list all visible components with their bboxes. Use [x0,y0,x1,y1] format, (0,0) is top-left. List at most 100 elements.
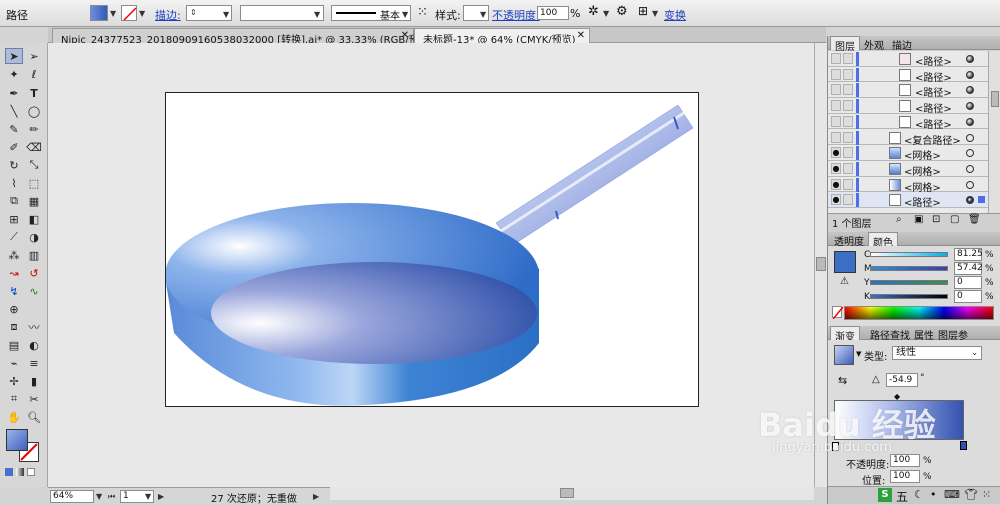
pencil-tool-icon[interactable]: ✏ [25,121,43,137]
chevron-down-icon[interactable]: ▼ [652,9,658,18]
frying-pan-artwork[interactable] [165,93,700,408]
variable-width-select[interactable]: ▼ [240,5,324,21]
line-tool-icon[interactable]: ╲ [5,103,23,119]
moon-icon[interactable]: ☾ [914,488,924,501]
next-page-icon[interactable]: ▶ [158,492,164,501]
crop-tool-icon[interactable]: ⌗ [5,391,23,407]
new-sublayer-icon[interactable]: ⊡ [932,214,940,225]
selection-tool-icon[interactable]: ➤ [5,48,23,64]
fill-swatch[interactable] [90,5,108,21]
opacity-input[interactable]: 100 [890,454,920,467]
paintbrush-tool-icon[interactable]: ✎ [5,121,23,137]
settings-icon[interactable]: ⚙ [616,4,628,19]
chevron-down-icon[interactable]: ▼ [110,9,116,18]
layer-row[interactable]: <路径> [828,113,988,131]
dot-icon[interactable]: • [930,488,937,501]
tab-gradient[interactable]: 渐变 [830,326,860,343]
artboard[interactable] [165,92,699,407]
document-tab-active[interactable]: 未标题-13* @ 64% (CMYK/预览) ✕ [414,28,590,46]
lock-toggle[interactable] [843,53,853,64]
scroll-thumb[interactable] [560,488,574,498]
chevron-down-icon[interactable]: ▼ [223,10,229,19]
target-icon[interactable] [966,70,974,79]
layer-row[interactable]: <路径> [828,82,988,99]
reshape-tool-icon[interactable]: ↺ [25,265,43,281]
lock-toggle[interactable] [843,178,853,190]
black-value[interactable]: 0 [954,290,982,303]
tab-appearance[interactable]: 外观 [860,36,888,52]
lock-toggle[interactable] [843,194,853,206]
blend-tool-icon[interactable]: ◑ [25,229,43,245]
eraser-tool-icon[interactable]: ⌫ [25,139,43,155]
gradient-stop-icon[interactable] [960,441,967,450]
zoom-select[interactable]: 64% [50,490,94,503]
opacity-input[interactable]: 100 [537,6,569,20]
knife-tool-icon[interactable]: ✂ [25,391,43,407]
list-tool-icon[interactable]: ≡ [25,355,43,371]
layer-row[interactable]: <复合路径> [828,129,988,147]
scroll-thumb[interactable] [991,91,999,107]
target-icon[interactable] [966,86,974,95]
chevron-down-icon[interactable]: ▼ [480,10,486,19]
visibility-toggle[interactable]: ● [831,194,841,206]
path-tool-icon[interactable]: ↯ [5,283,23,299]
gradient-mode-icon[interactable] [16,468,24,476]
live-paint-tool-icon[interactable]: ⌁ [5,355,23,371]
visibility-toggle[interactable]: ● [831,178,841,190]
status-menu-icon[interactable]: ▶ [313,492,319,501]
column-graph-tool-icon[interactable]: ▥ [25,247,43,263]
scale-tool-icon[interactable]: ⤡ [25,157,43,173]
perspective-grid-tool-icon[interactable]: ▦ [25,193,43,209]
layer-row[interactable]: ● <网格> [828,160,988,178]
width-tool-icon[interactable]: ↝ [5,265,23,281]
lock-toggle[interactable] [843,84,853,96]
reverse-gradient-icon[interactable]: ⇆ [838,374,847,387]
wave-tool-icon[interactable]: 〰 [25,319,43,335]
close-icon[interactable]: ✕ [401,30,409,41]
lock-toggle[interactable] [843,147,853,159]
crosshair-tool-icon[interactable]: ⊕ [5,301,23,317]
lock-toggle[interactable] [843,162,853,174]
close-icon[interactable]: ✕ [577,30,585,41]
color-mode-icon[interactable] [5,468,13,476]
visibility-toggle[interactable]: ● [831,147,841,159]
eyedropper-tool-icon[interactable]: ⟋ [5,229,23,245]
opacity-link[interactable]: 不透明度: [492,7,540,23]
horizontal-scrollbar[interactable] [330,487,814,500]
shirt-icon[interactable]: 👕︎ [964,488,978,501]
document-tab[interactable]: Nipic_24377523_20180909160538032000 [转换]… [52,28,433,46]
keyboard-icon[interactable]: ⌨ [944,488,960,501]
ellipse-tool-icon[interactable]: ◯ [25,103,43,119]
layer-row[interactable]: <路径> [828,51,988,68]
visibility-toggle[interactable]: ● [831,162,841,174]
lasso-tool-icon[interactable]: ℓ [25,66,43,82]
chevron-down-icon[interactable]: ⌄ [971,347,978,359]
layer-row[interactable]: <路径> [828,98,988,115]
layers-scrollbar[interactable] [988,51,1000,213]
hand-tool-icon[interactable]: ✋ [5,409,23,425]
pen-tool-icon[interactable]: ✒ [5,85,23,101]
target-icon[interactable] [966,55,974,63]
slice-tool-icon[interactable]: ▤ [5,337,23,353]
scroll-thumb[interactable] [816,257,826,271]
target-icon[interactable] [966,102,974,111]
layer-row[interactable]: ● <网格> [828,145,988,162]
symbol-tool-icon[interactable]: ✢ [5,373,23,389]
tab-stroke[interactable]: 描边 [888,36,916,52]
shape-builder-tool-icon[interactable]: ⧉ [5,193,23,209]
angle-input[interactable]: -54.9 [886,373,918,387]
recolor-icon[interactable]: ✲ [588,4,599,19]
chevron-down-icon[interactable]: ▼ [603,9,609,18]
stroke-weight-input[interactable]: ⇕ ▼ [186,5,232,21]
lock-toggle[interactable] [843,100,853,112]
selection-indicator[interactable] [978,196,985,204]
visibility-toggle[interactable] [831,68,841,80]
yellow-slider[interactable] [870,280,948,285]
direct-selection-tool-icon[interactable]: ➢ [25,48,43,64]
tab-color[interactable]: 颜色 [868,232,898,249]
rotate-tool-icon[interactable]: ↻ [5,157,23,173]
stroke-swatch[interactable] [121,5,137,21]
select-similar-icon[interactable]: ⊞ [638,4,648,18]
fill-color-swatch[interactable] [834,251,856,273]
twirl-tool-icon[interactable]: ◐ [25,337,43,353]
